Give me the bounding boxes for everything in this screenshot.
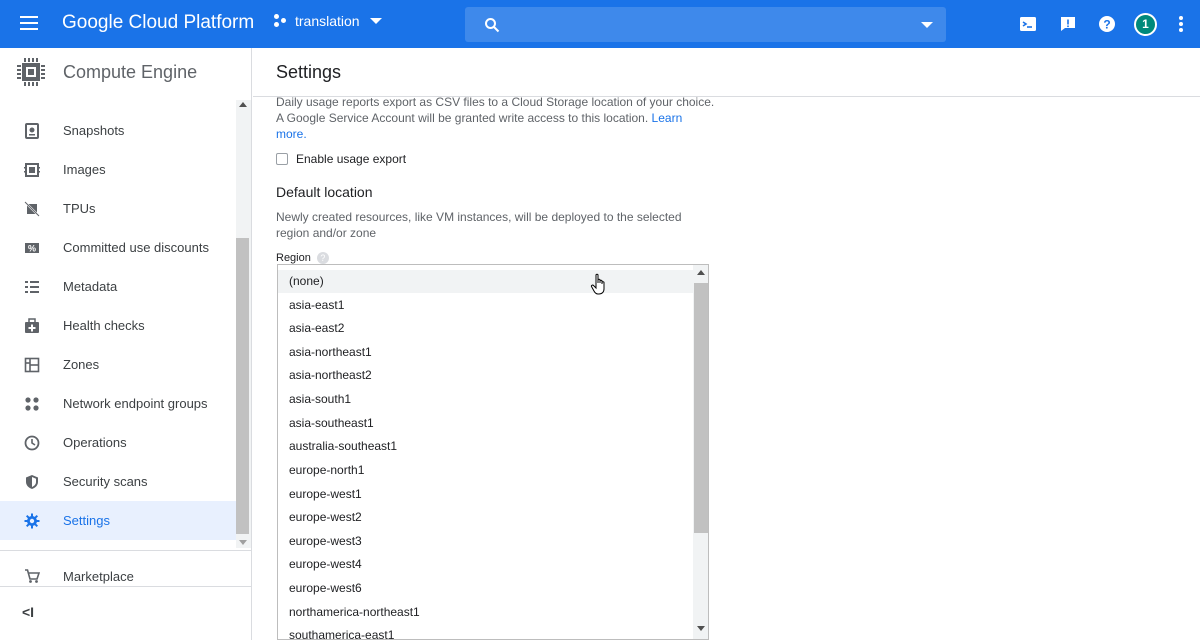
network-icon xyxy=(25,396,39,411)
checkbox-label: Enable usage export xyxy=(296,152,407,166)
sidebar-item-settings[interactable]: Settings xyxy=(0,501,236,540)
sidebar-item-label: Snapshots xyxy=(63,123,125,138)
sidebar-item-committed-use-discounts[interactable]: % Committed use discounts xyxy=(0,228,236,267)
region-option[interactable]: northamerica-northeast1 xyxy=(278,601,694,624)
region-option[interactable]: asia-south1 xyxy=(278,388,694,411)
percent-icon: % xyxy=(25,242,39,253)
usage-export-description: Daily usage reports export as CSV files … xyxy=(276,94,716,142)
sidebar-item-images[interactable]: Images xyxy=(0,150,236,189)
sidebar-scrollbar-thumb[interactable] xyxy=(236,238,249,534)
sidebar-item-tpus[interactable]: TPUs xyxy=(0,189,236,228)
gear-icon xyxy=(24,513,40,528)
search-input[interactable] xyxy=(507,7,907,42)
compute-engine-icon xyxy=(17,58,45,86)
sidebar-item-snapshots[interactable]: Snapshots xyxy=(0,111,236,150)
sidebar-item-label: Security scans xyxy=(63,474,148,489)
usage-desc-line2: A Google Service Account will be granted… xyxy=(276,111,649,125)
sidebar: Compute Engine Snapshots Images TPUs % C… xyxy=(0,48,252,640)
scroll-up-icon[interactable] xyxy=(697,270,705,275)
project-picker[interactable]: translation xyxy=(274,13,382,29)
zones-icon xyxy=(24,357,40,372)
region-option[interactable]: asia-southeast1 xyxy=(278,412,694,435)
sidebar-item-label: TPUs xyxy=(63,201,96,216)
brand-title[interactable]: Google Cloud Platform xyxy=(62,12,254,34)
region-option[interactable]: australia-southeast1 xyxy=(278,435,694,458)
search-dropdown-icon[interactable] xyxy=(921,22,933,28)
cloud-shell-icon[interactable] xyxy=(1018,14,1038,34)
default-location-description: Newly created resources, like VM instanc… xyxy=(276,210,682,240)
default-location-title: Default location xyxy=(276,184,373,200)
sidebar-item-marketplace[interactable]: Marketplace xyxy=(0,558,251,594)
sidebar-item-network-endpoint-groups[interactable]: Network endpoint groups xyxy=(0,384,236,423)
search-bar[interactable] xyxy=(465,7,946,42)
menu-icon[interactable] xyxy=(18,12,44,36)
sidebar-item-label: Health checks xyxy=(63,318,145,333)
region-option[interactable]: europe-north1 xyxy=(278,459,694,482)
images-icon xyxy=(24,162,40,177)
enable-usage-export-checkbox[interactable]: Enable usage export xyxy=(276,152,406,166)
sidebar-item-zones[interactable]: Zones xyxy=(0,345,236,384)
region-label: Region ? xyxy=(276,252,329,264)
region-dropdown-list[interactable]: (none) asia-east1 asia-east2 asia-northe… xyxy=(277,264,709,640)
avatar[interactable]: 1 xyxy=(1134,13,1157,36)
project-icon xyxy=(274,14,288,28)
hand-cursor-icon xyxy=(590,273,605,295)
region-option[interactable]: asia-east1 xyxy=(278,294,694,317)
usage-desc-line1: Daily usage reports export as CSV files … xyxy=(276,95,715,109)
sidebar-item-label: Zones xyxy=(63,357,100,372)
clock-icon xyxy=(24,435,40,450)
region-option[interactable]: asia-northeast1 xyxy=(278,341,694,364)
project-name: translation xyxy=(295,13,360,29)
svg-text:%: % xyxy=(28,243,36,253)
sidebar-item-security-scans[interactable]: Security scans xyxy=(0,462,236,501)
region-label-text: Region xyxy=(276,252,311,264)
region-option[interactable]: europe-west2 xyxy=(278,506,694,529)
sidebar-header: Compute Engine xyxy=(0,48,251,97)
region-option[interactable]: southamerica-east1 xyxy=(278,624,694,639)
region-list-scrollbar-thumb[interactable] xyxy=(694,283,708,533)
shield-icon xyxy=(26,474,38,489)
region-option[interactable]: (none) xyxy=(278,270,694,293)
search-icon xyxy=(485,18,500,33)
collapse-sidebar-icon[interactable]: <I xyxy=(22,604,42,624)
chevron-down-icon xyxy=(369,18,382,24)
svg-text:?: ? xyxy=(1103,18,1110,32)
sidebar-item-health-checks[interactable]: Health checks xyxy=(0,306,236,345)
snapshot-icon xyxy=(25,122,39,139)
region-option[interactable]: europe-west4 xyxy=(278,553,694,576)
tpu-icon xyxy=(24,200,40,217)
more-vert-icon[interactable] xyxy=(1178,16,1184,34)
divider xyxy=(0,586,251,587)
divider xyxy=(0,550,251,551)
scroll-down-icon[interactable] xyxy=(697,626,705,631)
sidebar-item-label: Committed use discounts xyxy=(63,240,209,255)
sidebar-item-operations[interactable]: Operations xyxy=(0,423,236,462)
scroll-down-icon[interactable] xyxy=(239,540,247,545)
cart-icon xyxy=(25,569,40,583)
region-option[interactable]: asia-northeast2 xyxy=(278,364,694,387)
sidebar-item-label: Operations xyxy=(63,435,127,450)
sidebar-item-label: Settings xyxy=(63,513,110,528)
top-bar: Google Cloud Platform translation ? 1 xyxy=(0,0,1200,48)
help-icon[interactable]: ? xyxy=(316,252,329,264)
sidebar-item-metadata[interactable]: Metadata xyxy=(0,267,236,306)
health-icon xyxy=(25,317,39,333)
region-option[interactable]: europe-west3 xyxy=(278,530,694,553)
sidebar-item-label: Images xyxy=(63,162,106,177)
region-option[interactable]: asia-east2 xyxy=(278,317,694,340)
sidebar-item-label: Metadata xyxy=(63,279,118,294)
checkbox-box[interactable] xyxy=(276,153,288,165)
sidebar-title: Compute Engine xyxy=(63,62,198,82)
sidebar-item-label: Network endpoint groups xyxy=(63,396,208,411)
page-title: Settings xyxy=(276,62,342,82)
page-header: Settings xyxy=(253,48,1200,97)
region-option[interactable]: europe-west6 xyxy=(278,577,694,600)
help-icon[interactable]: ? xyxy=(1097,14,1117,34)
metadata-icon xyxy=(25,280,39,293)
scroll-up-icon[interactable] xyxy=(239,102,247,107)
sidebar-item-label: Marketplace xyxy=(63,568,134,584)
region-option[interactable]: europe-west1 xyxy=(278,483,694,506)
feedback-icon[interactable] xyxy=(1058,14,1078,34)
